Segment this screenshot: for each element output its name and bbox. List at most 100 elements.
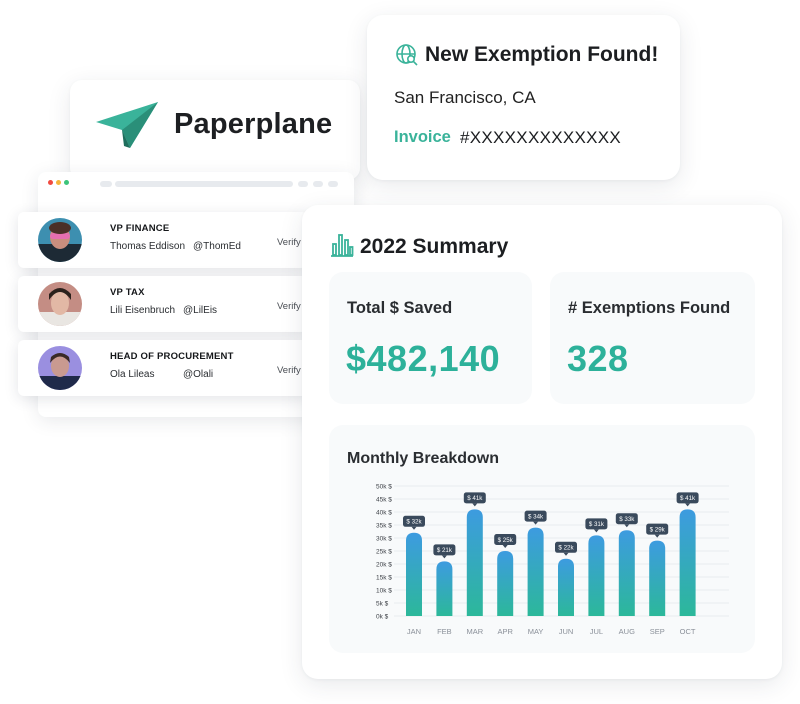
y-tick-label: 10k $: [376, 588, 392, 595]
data-label-text: $ 31k: [589, 521, 605, 528]
data-label-pointer: [441, 555, 447, 559]
data-label-text: $ 32k: [406, 519, 422, 526]
person-row[interactable]: VP FINANCE Thomas Eddison @ThomEd Verify: [18, 212, 308, 268]
summary-title: 2022 Summary: [360, 235, 509, 258]
monthly-breakdown-card: 50k $ 45k $ 40k $ 35k $ 30k $ 25k $ 20k $ 15k $…: [329, 425, 755, 653]
y-tick-label: 25k $: [376, 549, 392, 556]
data-label-pointer: [654, 534, 660, 538]
data-label: $ 21k: [433, 544, 456, 559]
person-name: Thomas Eddison: [110, 241, 186, 252]
y-tick-label: 20k $: [376, 562, 392, 569]
data-label-text: $ 21k: [437, 547, 453, 554]
window-minimize-dot[interactable]: [56, 180, 61, 185]
data-label: $ 41k: [463, 492, 486, 507]
invoice-number: #XXXXXXXXXXXXX: [460, 128, 622, 147]
y-tick-label: 35k $: [376, 523, 392, 530]
data-label-text: $ 41k: [680, 495, 696, 502]
bar: [406, 532, 422, 616]
bar: [497, 551, 514, 616]
exemption-notification[interactable]: New Exemption Found! San Francisco, CA I…: [367, 15, 680, 180]
data-label-text: $ 34k: [528, 513, 544, 520]
notification-title: New Exemption Found!: [425, 43, 659, 66]
x-tick-label: AUG: [619, 627, 635, 636]
data-label-pointer: [411, 526, 417, 530]
person-handle: @LilEis: [183, 305, 218, 316]
exemptions-found-value: 328: [567, 338, 629, 379]
exemptions-found-label: # Exemptions Found: [568, 299, 731, 317]
data-label-text: $ 41k: [467, 495, 483, 502]
brand-card: Paperplane: [70, 80, 360, 180]
x-tick-label: APR: [497, 627, 513, 636]
y-tick-label: 30k $: [376, 536, 392, 543]
data-label: $ 31k: [585, 518, 608, 533]
bar: [679, 509, 696, 616]
person-role: VP TAX: [110, 287, 145, 298]
verify-button[interactable]: Verify: [277, 365, 301, 376]
brand-name: Paperplane: [174, 108, 333, 140]
data-label-text: $ 29k: [650, 526, 666, 533]
data-label: $ 41k: [676, 492, 699, 507]
exemptions-found-card: # Exemptions Found 328: [550, 272, 755, 404]
person-name: Lili Eisenbruch: [110, 305, 176, 316]
verify-button[interactable]: Verify: [277, 237, 301, 248]
summary-panel: 2022 Summary Total $ Saved $482,140 # Ex…: [302, 205, 782, 679]
window-close-dot[interactable]: [48, 180, 53, 185]
address-bar[interactable]: [115, 181, 293, 187]
data-label: $ 32k: [403, 515, 425, 530]
avatar: [38, 346, 82, 390]
person-row[interactable]: HEAD OF PROCUREMENT Ola Lileas @Olali Ve…: [18, 340, 308, 396]
y-tick-label: 5k $: [376, 601, 389, 608]
globe-search-icon: [396, 44, 418, 66]
x-tick-label: JAN: [407, 627, 421, 636]
y-tick-label: 0k $: [376, 614, 389, 621]
data-label: $ 34k: [524, 510, 547, 525]
total-saved-label: Total $ Saved: [347, 299, 453, 317]
total-saved-card: Total $ Saved $482,140: [329, 272, 532, 404]
data-label-pointer: [472, 503, 478, 507]
bar: [436, 561, 453, 616]
verify-button[interactable]: Verify: [277, 301, 301, 312]
paper-plane-icon: [96, 102, 158, 148]
toolbar-pill: [328, 181, 338, 187]
toolbar-pill: [313, 181, 323, 187]
data-label: $ 22k: [555, 541, 577, 556]
person-name: Ola Lileas: [110, 369, 155, 380]
person-role: HEAD OF PROCUREMENT: [110, 351, 234, 362]
data-label-pointer: [502, 545, 508, 548]
data-label-pointer: [624, 524, 630, 528]
bar: [618, 530, 635, 616]
bar: [527, 527, 544, 616]
x-tick-label: SEP: [650, 627, 665, 636]
data-label-pointer: [533, 521, 539, 525]
toolbar-pill: [298, 181, 308, 187]
data-label-pointer: [593, 529, 599, 533]
data-label-text: $ 22k: [558, 545, 574, 552]
bar-chart-icon: [331, 234, 354, 257]
y-tick-label: 50k $: [376, 484, 392, 491]
bar: [466, 509, 483, 616]
x-tick-label: MAR: [466, 627, 483, 636]
bar: [649, 540, 666, 616]
window-maximize-dot[interactable]: [64, 180, 69, 185]
bar: [588, 535, 605, 616]
data-label-text: $ 25k: [498, 537, 514, 544]
y-tick-label: 45k $: [376, 497, 392, 504]
y-tick-label: 15k $: [376, 575, 392, 582]
y-tick-label: 40k $: [376, 510, 392, 517]
x-tick-label: JUN: [559, 627, 574, 636]
data-label: $ 29k: [646, 523, 669, 538]
avatar: [38, 218, 82, 262]
x-tick-label: JUL: [590, 627, 603, 636]
person-handle: @ThomEd: [193, 241, 241, 252]
x-tick-label: MAY: [528, 627, 544, 636]
x-tick-label: FEB: [437, 627, 452, 636]
data-label: $ 25k: [494, 534, 517, 548]
total-saved-value: $482,140: [346, 338, 501, 379]
person-handle: @Olali: [183, 369, 214, 380]
person-row[interactable]: VP TAX Lili Eisenbruch @LilEis Verify: [18, 276, 308, 332]
bar: [558, 558, 574, 616]
data-label-pointer: [685, 503, 691, 507]
x-tick-label: OCT: [680, 627, 696, 636]
breakdown-title: Monthly Breakdown: [347, 450, 500, 467]
person-role: VP FINANCE: [110, 223, 170, 234]
